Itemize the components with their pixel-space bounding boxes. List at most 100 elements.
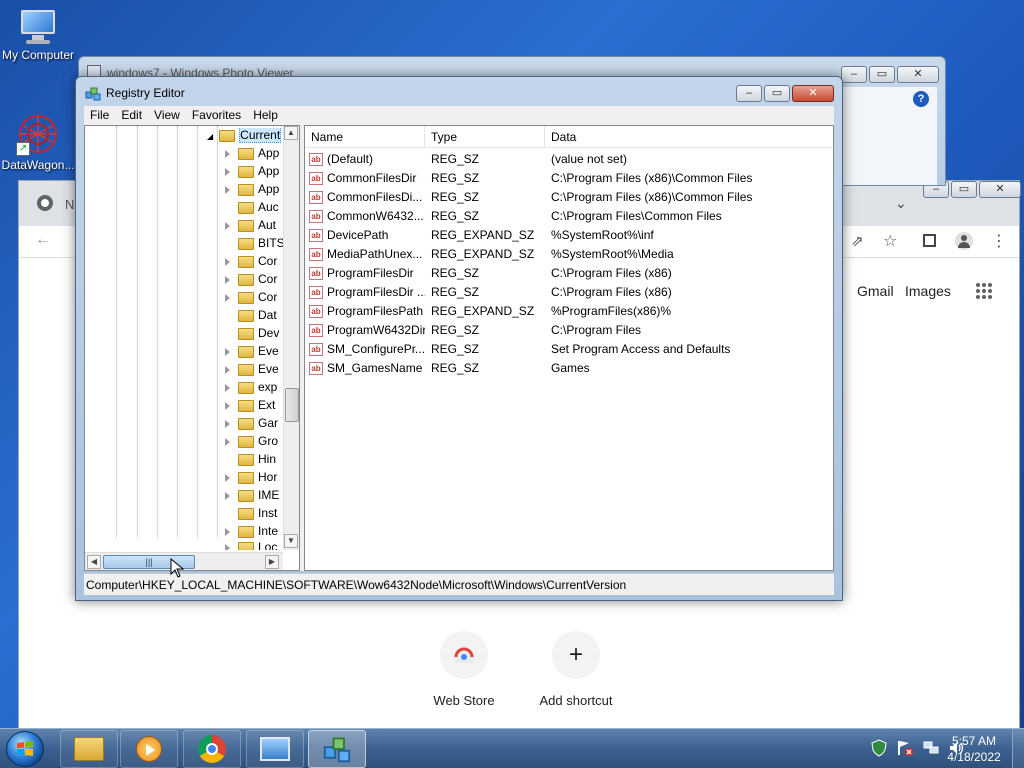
expand-triangle-icon[interactable] bbox=[225, 167, 230, 176]
tree-item[interactable]: App bbox=[225, 146, 285, 164]
registry-value-row[interactable]: ab SM_GamesName REG_SZ Games bbox=[305, 359, 833, 378]
expand-triangle-icon[interactable] bbox=[225, 543, 230, 550]
menu-help[interactable]: Help bbox=[247, 106, 284, 125]
maximize-button[interactable]: ▭ bbox=[951, 181, 977, 198]
minimize-button[interactable]: – bbox=[736, 85, 762, 102]
taskbar-regedit[interactable] bbox=[308, 730, 366, 768]
tree-item[interactable]: Inst bbox=[225, 506, 285, 524]
expand-triangle-icon[interactable] bbox=[225, 365, 230, 374]
maximize-button[interactable]: ▭ bbox=[869, 66, 895, 83]
registry-value-row[interactable]: ab MediaPathUnex... REG_EXPAND_SZ %SystemRo… bbox=[305, 245, 833, 264]
scroll-left-arrow-icon[interactable]: ◀ bbox=[87, 555, 101, 569]
vertical-scroll-thumb[interactable] bbox=[285, 388, 299, 422]
expand-triangle-icon[interactable] bbox=[225, 149, 230, 158]
tree-item[interactable]: Hin bbox=[225, 452, 285, 470]
menu-kebab-icon[interactable]: ⋮ bbox=[991, 231, 1007, 251]
tree-item[interactable]: Auc bbox=[225, 200, 285, 218]
tree-item[interactable]: exp bbox=[225, 380, 285, 398]
values-list-pane[interactable]: Name Type Data ab (Default) REG_SZ (value n… bbox=[304, 125, 834, 571]
tree-item[interactable]: Dev bbox=[225, 326, 285, 344]
tree-item[interactable]: Eve bbox=[225, 344, 285, 362]
menu-file[interactable]: File bbox=[84, 106, 115, 125]
registry-value-row[interactable]: ab ProgramFilesDir ... REG_SZ C:\Program Fi… bbox=[305, 283, 833, 302]
menu-edit[interactable]: Edit bbox=[115, 106, 148, 125]
taskbar-photo-viewer[interactable] bbox=[246, 730, 304, 768]
close-button[interactable]: ✕ bbox=[897, 66, 939, 83]
expand-triangle-icon[interactable] bbox=[225, 527, 230, 536]
shortcut-web-store[interactable]: Web Store bbox=[408, 631, 520, 708]
registry-value-row[interactable]: ab ProgramFilesPath REG_EXPAND_SZ %ProgramF… bbox=[305, 302, 833, 321]
chrome-tab-title[interactable]: N bbox=[65, 197, 74, 212]
tree-item[interactable]: Cor bbox=[225, 290, 285, 308]
maximize-button[interactable]: ▭ bbox=[764, 85, 790, 102]
key-tree-pane[interactable]: ◢ Current App App App Auc Aut BITS Cor Co… bbox=[84, 125, 300, 571]
expand-triangle-icon[interactable] bbox=[225, 275, 230, 284]
side-panel-icon[interactable] bbox=[923, 234, 936, 247]
tree-item[interactable]: Dat bbox=[225, 308, 285, 326]
tree-item[interactable]: Cor bbox=[225, 254, 285, 272]
desktop-icon-datawagon[interactable]: ↗ DataWagon... bbox=[0, 112, 76, 172]
action-center-flag-icon[interactable] bbox=[896, 739, 914, 757]
expand-triangle-icon[interactable] bbox=[225, 221, 230, 230]
tree-item[interactable]: Aut bbox=[225, 218, 285, 236]
expand-triangle-icon[interactable] bbox=[225, 491, 230, 500]
back-arrow-icon[interactable]: ← bbox=[35, 231, 51, 249]
expand-triangle-icon[interactable] bbox=[225, 293, 230, 302]
column-header-data[interactable]: Data bbox=[545, 126, 833, 148]
images-link[interactable]: Images bbox=[905, 283, 951, 299]
tree-vertical-scrollbar[interactable]: ▲ ▼ bbox=[283, 126, 299, 550]
show-desktop-button[interactable] bbox=[1012, 729, 1024, 768]
registry-value-row[interactable]: ab (Default) REG_SZ (value not set) bbox=[305, 150, 833, 169]
tree-item[interactable]: App bbox=[225, 164, 285, 182]
expand-triangle-icon[interactable] bbox=[225, 437, 230, 446]
tree-item[interactable]: Cor bbox=[225, 272, 285, 290]
registry-value-row[interactable]: ab CommonFilesDi... REG_SZ C:\Program Files… bbox=[305, 188, 833, 207]
expand-triangle-icon[interactable] bbox=[225, 419, 230, 428]
taskbar-chrome[interactable] bbox=[183, 730, 241, 768]
tree-item[interactable]: Eve bbox=[225, 362, 285, 380]
tree-item[interactable]: IME bbox=[225, 488, 285, 506]
close-button[interactable]: ✕ bbox=[979, 181, 1021, 198]
expand-triangle-icon[interactable] bbox=[225, 185, 230, 194]
collapse-triangle-icon[interactable]: ◢ bbox=[207, 132, 213, 141]
tree-horizontal-scrollbar[interactable]: ◀ ||| ▶ bbox=[85, 552, 283, 570]
close-button[interactable]: ✕ bbox=[792, 85, 834, 102]
registry-value-row[interactable]: ab ProgramFilesDir REG_SZ C:\Program Files … bbox=[305, 264, 833, 283]
profile-avatar-icon[interactable] bbox=[955, 232, 973, 250]
registry-value-row[interactable]: ab ProgramW6432Dir REG_SZ C:\Program Files bbox=[305, 321, 833, 340]
scroll-up-arrow-icon[interactable]: ▲ bbox=[284, 126, 298, 140]
start-button[interactable] bbox=[6, 731, 44, 767]
tree-item[interactable]: Gar bbox=[225, 416, 285, 434]
column-header-name[interactable]: Name bbox=[305, 126, 425, 148]
expand-triangle-icon[interactable] bbox=[225, 401, 230, 410]
taskbar-explorer[interactable] bbox=[60, 730, 118, 768]
bookmark-star-icon[interactable]: ☆ bbox=[883, 231, 897, 251]
tree-item[interactable]: Loc bbox=[225, 540, 285, 550]
expand-triangle-icon[interactable] bbox=[225, 383, 230, 392]
help-icon[interactable]: ? bbox=[913, 91, 929, 107]
gmail-link[interactable]: Gmail bbox=[857, 283, 894, 299]
column-header-type[interactable]: Type bbox=[425, 126, 545, 148]
minimize-button[interactable]: – bbox=[841, 66, 867, 83]
tab-search-chevron-icon[interactable]: ⌄ bbox=[895, 195, 907, 212]
expand-triangle-icon[interactable] bbox=[225, 473, 230, 482]
registry-value-row[interactable]: ab SM_ConfigurePr... REG_SZ Set Program Acc… bbox=[305, 340, 833, 359]
taskbar-clock[interactable]: 5:57 AM 4/18/2022 bbox=[940, 733, 1008, 765]
desktop-icon-my-computer[interactable]: My Computer bbox=[0, 8, 76, 62]
menu-view[interactable]: View bbox=[148, 106, 186, 125]
expand-triangle-icon[interactable] bbox=[225, 347, 230, 356]
tree-item-current[interactable]: ◢ Current bbox=[207, 128, 283, 146]
scroll-right-arrow-icon[interactable]: ▶ bbox=[265, 555, 279, 569]
tree-item[interactable]: BITS bbox=[225, 236, 285, 254]
registry-value-row[interactable]: ab CommonW6432... REG_SZ C:\Program Files\C… bbox=[305, 207, 833, 226]
menu-favorites[interactable]: Favorites bbox=[186, 106, 247, 125]
expand-triangle-icon[interactable] bbox=[225, 257, 230, 266]
apps-grid-icon[interactable] bbox=[975, 282, 993, 300]
taskbar-media-player[interactable] bbox=[120, 730, 178, 768]
registry-value-row[interactable]: ab CommonFilesDir REG_SZ C:\Program Files (… bbox=[305, 169, 833, 188]
shortcut-add[interactable]: + Add shortcut bbox=[520, 631, 632, 708]
registry-value-row[interactable]: ab DevicePath REG_EXPAND_SZ %SystemRoot%\in… bbox=[305, 226, 833, 245]
network-icon[interactable] bbox=[922, 739, 940, 757]
share-icon[interactable]: ⇗ bbox=[851, 232, 864, 250]
tree-item[interactable]: Ext bbox=[225, 398, 285, 416]
